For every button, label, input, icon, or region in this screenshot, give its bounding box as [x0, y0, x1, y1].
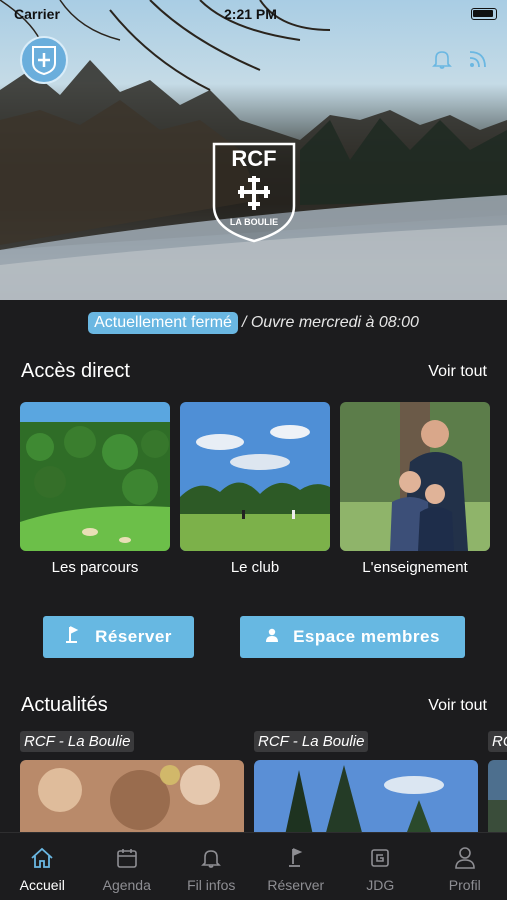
closed-badge: Actuellement fermé — [88, 312, 238, 334]
news-source-tag: RCF - La Boulie — [254, 731, 369, 752]
hero-banner: Carrier 2:21 PM RCF LA BOULIE — [0, 0, 507, 300]
card-teaching[interactable]: L'enseignement — [340, 402, 490, 576]
tab-label: Profil — [448, 877, 481, 893]
flag-icon — [283, 845, 309, 871]
clock: 2:21 PM — [224, 6, 277, 22]
bottom-tab-bar: Accueil Agenda Fil infos Réserver JDG Pr… — [0, 832, 507, 900]
members-label: Espace membres — [293, 627, 440, 646]
reserve-label: Réserver — [95, 627, 172, 646]
opening-time-label: / Ouvre mercredi à 08:00 — [241, 314, 419, 331]
card-club[interactable]: Le club — [180, 402, 330, 576]
news-card-image[interactable] — [488, 760, 507, 833]
profile-icon — [452, 845, 478, 871]
card-label: Les parcours — [51, 559, 139, 576]
direct-access-carousel: Les parcours Le club L'enseignement — [20, 402, 490, 576]
tab-jdg[interactable]: JDG — [338, 833, 423, 900]
tab-label: Accueil — [19, 877, 65, 893]
battery-icon — [471, 8, 497, 20]
club-badge-icon[interactable] — [20, 36, 68, 84]
reserve-button[interactable]: Réserver — [43, 616, 194, 658]
home-icon — [29, 845, 55, 871]
news-card-image[interactable] — [254, 760, 478, 833]
carrier-label: Carrier — [14, 6, 60, 22]
tab-label: JDG — [366, 877, 395, 893]
opening-status: Actuellement fermé / Ouvre mercredi à 08:… — [0, 312, 507, 334]
bell-icon — [198, 845, 224, 871]
news-card-image[interactable] — [20, 760, 244, 833]
tab-label: Agenda — [102, 877, 151, 893]
card-label: L'enseignement — [362, 559, 468, 576]
person-icon — [265, 627, 279, 647]
direct-access-see-all-link[interactable]: Voir tout — [428, 363, 487, 381]
news-carousel: RCF - La Boulie RCF - La Boulie RC — [20, 731, 507, 833]
card-courses[interactable]: Les parcours — [20, 402, 170, 576]
rcf-logo: RCF LA BOULIE — [210, 140, 298, 244]
tab-profile[interactable]: Profil — [423, 833, 507, 900]
courses-image — [20, 402, 170, 551]
tab-news-feed[interactable]: Fil infos — [169, 833, 254, 900]
tab-label: Fil infos — [187, 877, 236, 893]
direct-access-title: Accès direct — [21, 360, 130, 382]
card-label: Le club — [230, 559, 280, 576]
tab-reserve[interactable]: Réserver — [254, 833, 339, 900]
tab-home[interactable]: Accueil — [0, 833, 85, 900]
news-title: Actualités — [21, 694, 108, 716]
notification-bell-icon[interactable] — [431, 48, 453, 70]
club-image — [180, 402, 330, 551]
jdg-icon — [367, 845, 393, 871]
rss-feed-icon[interactable] — [467, 48, 489, 70]
news-source-tag: RCF - La Boulie — [20, 731, 135, 752]
calendar-icon — [114, 845, 140, 871]
members-area-button[interactable]: Espace membres — [240, 616, 465, 658]
logo-subtitle: LA BOULIE — [230, 217, 278, 227]
news-source-tag: RC — [488, 731, 507, 752]
tab-label: Réserver — [267, 877, 325, 893]
news-see-all-link[interactable]: Voir tout — [428, 697, 487, 715]
golf-flag-icon — [65, 625, 81, 649]
logo-title: RCF — [231, 146, 276, 171]
tab-agenda[interactable]: Agenda — [85, 833, 170, 900]
teaching-image — [340, 402, 490, 551]
status-bar: Carrier 2:21 PM — [0, 4, 507, 24]
